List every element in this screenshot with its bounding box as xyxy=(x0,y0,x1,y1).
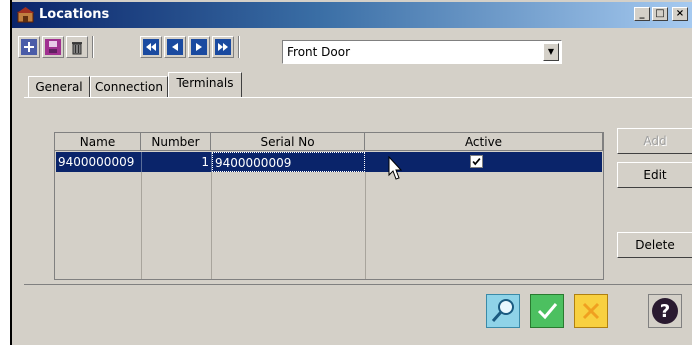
add-record-button[interactable] xyxy=(18,36,40,58)
column-header-active[interactable]: Active xyxy=(365,133,603,151)
previous-record-button[interactable] xyxy=(164,36,186,58)
right-arrow-icon xyxy=(191,39,207,55)
column-header-number[interactable]: Number xyxy=(141,133,211,151)
column-divider xyxy=(141,172,142,279)
close-button[interactable]: × xyxy=(672,7,688,21)
toolbar-separator xyxy=(92,36,94,58)
tab-divider xyxy=(24,97,692,98)
last-record-button[interactable] xyxy=(212,36,234,58)
add-button[interactable]: Add xyxy=(617,128,692,154)
active-checkbox[interactable] xyxy=(470,155,483,168)
search-icon[interactable] xyxy=(486,294,520,328)
double-right-arrow-icon xyxy=(215,39,231,55)
tab-connection[interactable]: Connection xyxy=(90,76,168,97)
plus-icon xyxy=(21,39,37,55)
locations-window: Locations _ □ × Front Door ▼ General Con… xyxy=(10,0,692,345)
title-bar: Locations _ □ × xyxy=(12,2,692,28)
save-button[interactable] xyxy=(42,36,64,58)
save-icon xyxy=(45,39,61,55)
terminals-grid[interactable]: Name Number Serial No Active 9400000009 … xyxy=(54,132,604,280)
next-record-button[interactable] xyxy=(188,36,210,58)
location-select[interactable]: Front Door ▼ xyxy=(282,40,562,64)
cancel-icon[interactable] xyxy=(574,294,608,328)
check-icon[interactable] xyxy=(530,294,564,328)
cell-serial[interactable]: 9400000009 xyxy=(212,152,365,172)
edit-button[interactable]: Edit xyxy=(617,162,692,188)
first-record-button[interactable] xyxy=(140,36,162,58)
delete-record-button[interactable] xyxy=(66,36,88,58)
window-title: Locations xyxy=(39,7,110,22)
column-header-name[interactable]: Name xyxy=(55,133,141,151)
left-arrow-icon xyxy=(167,39,183,55)
column-header-serial[interactable]: Serial No xyxy=(211,133,365,151)
toolbar-separator xyxy=(238,36,240,58)
table-row[interactable]: 9400000009 1 9400000009 xyxy=(56,152,602,172)
delete-button[interactable]: Delete xyxy=(617,232,692,258)
column-divider xyxy=(365,172,366,279)
cell-name[interactable]: 9400000009 xyxy=(56,152,142,172)
column-divider xyxy=(211,172,212,279)
tab-general[interactable]: General xyxy=(28,76,90,97)
chevron-down-icon[interactable]: ▼ xyxy=(543,43,559,61)
mouse-cursor-icon xyxy=(388,156,403,180)
svg-text:?: ? xyxy=(660,301,670,322)
minimize-button[interactable]: _ xyxy=(634,7,650,21)
cell-number[interactable]: 1 xyxy=(142,152,212,172)
tab-terminals[interactable]: Terminals xyxy=(168,72,242,98)
maximize-button[interactable]: □ xyxy=(652,7,668,21)
location-select-value: Front Door xyxy=(287,45,351,59)
help-icon[interactable]: ? xyxy=(648,294,682,328)
location-app-icon xyxy=(17,7,34,23)
double-left-arrow-icon xyxy=(143,39,159,55)
trash-icon xyxy=(72,42,82,55)
